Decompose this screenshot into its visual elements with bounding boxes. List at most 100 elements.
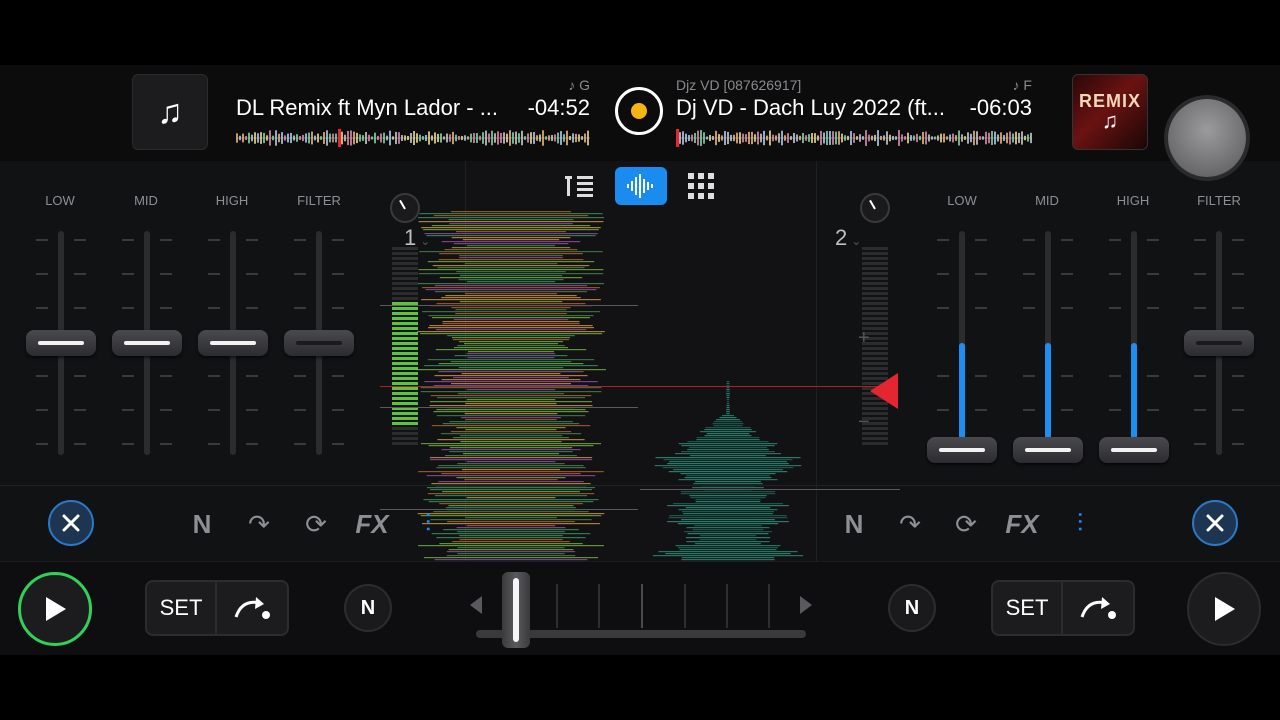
deck-left-track-info[interactable]: ♪ G DL Remix ft Myn Lador - ... -04:52 (236, 73, 590, 153)
play-icon (1215, 597, 1235, 621)
deck-left-eq-button[interactable]: ⫶ (404, 500, 452, 548)
neural-mix-icon: N (192, 508, 212, 539)
slider-thumb[interactable] (26, 330, 96, 356)
chevron-down-icon: ⌄ (851, 234, 862, 248)
deck-right-artist: Djz VD [087626917] (676, 77, 802, 93)
deck-left-time: -04:52 (527, 95, 590, 120)
deck-right-loop-button[interactable]: ⟳ (942, 500, 990, 548)
deck-right-eq-high-slider[interactable] (1099, 231, 1169, 463)
deck-left-artwork[interactable]: ♫ (132, 74, 208, 150)
cue-jump-icon (1080, 597, 1117, 619)
equalizer-icon: ⫶ (1076, 508, 1084, 538)
grid-line (380, 305, 638, 306)
record-icon (631, 103, 647, 119)
deck-left-key: ♪ G (568, 77, 590, 93)
dj-app: ♫ ♪ G DL Remix ft Myn Lador - ... -04:52… (0, 65, 1280, 655)
slider-thumb[interactable] (1184, 330, 1254, 356)
slider-thumb[interactable] (927, 437, 997, 463)
play-icon (46, 597, 66, 621)
deck-right-gain-knob[interactable] (860, 193, 890, 223)
waveform-icon (627, 174, 653, 198)
grid-line (380, 407, 638, 408)
slider-thumb[interactable] (1013, 437, 1083, 463)
eq-label-low: LOW (947, 193, 977, 208)
deck-left-title: DL Remix ft Myn Lador - ... (236, 95, 499, 120)
deck-left-filter-slider[interactable] (284, 231, 354, 455)
close-icon (1206, 514, 1224, 532)
transport-bar: SET N N SET (0, 561, 1280, 655)
view-mode-grid-button[interactable] (675, 167, 727, 205)
deck-right-artwork[interactable]: REMIX ♫ (1072, 74, 1148, 150)
deck-left-eq-low-slider[interactable] (26, 231, 96, 455)
slider-thumb[interactable] (112, 330, 182, 356)
chevron-left-icon (470, 596, 482, 614)
deck-left-neural-button[interactable]: N (344, 584, 392, 632)
view-mode-list-button[interactable] (555, 167, 607, 205)
deck-left-set-button[interactable]: SET (147, 582, 218, 634)
eq-label-high: HIGH (1116, 193, 1150, 208)
deck-right-play-button[interactable] (1187, 572, 1261, 646)
deck-right-cue-button[interactable]: ↷ (886, 500, 934, 548)
deck-right-neural-button[interactable]: N (888, 584, 936, 632)
music-note-icon: ♫ (1101, 107, 1119, 133)
deck-right-eq-mid-slider[interactable] (1013, 231, 1083, 463)
playhead-line (380, 386, 880, 387)
eq-label-low: LOW (45, 193, 75, 208)
deck-right-eq-button[interactable]: ⫶ (1056, 500, 1104, 548)
equalizer-icon: ⫶ (424, 508, 432, 538)
deck-right-jump-cue-button[interactable] (1063, 582, 1133, 634)
deck-right-filter-slider[interactable] (1184, 231, 1254, 455)
deck-number-label: 2 (835, 225, 848, 250)
deck-left-eq-mid-slider[interactable] (112, 231, 182, 455)
deck-left-play-button[interactable] (18, 572, 92, 646)
deck-left-loop-button[interactable]: ⟳ (292, 500, 340, 548)
deck-right-key: ♪ F (1012, 77, 1032, 93)
cue-arrow-icon: ↷ (899, 508, 921, 539)
deck-left-cue-button[interactable]: ↷ (235, 500, 283, 548)
deck-left-jump-cue-button[interactable] (217, 582, 287, 634)
deck-right-fx-button[interactable]: FX (998, 500, 1046, 548)
eq-label-mid: MID (1035, 193, 1059, 208)
deck-right-number[interactable]: 2 ⌄ (835, 225, 861, 251)
pitch-minus-icon: − (858, 411, 870, 433)
deck-left-close-button[interactable] (48, 500, 94, 546)
eq-label-high: HIGH (215, 193, 249, 208)
grid-icon (688, 173, 714, 199)
slider-thumb[interactable] (198, 330, 268, 356)
loop-icon: ⟳ (305, 508, 327, 539)
cue-arrow-icon: ↷ (248, 508, 270, 539)
track-bar: ♫ ♪ G DL Remix ft Myn Lador - ... -04:52… (0, 65, 1280, 161)
deck-right-time: -06:03 (969, 95, 1032, 120)
fx-label: FX (1005, 508, 1039, 539)
deck-left-cue-group: SET (145, 580, 289, 636)
deck-right-cue-group: SET (991, 580, 1135, 636)
deck-right-neural-mix-button[interactable]: N (830, 500, 878, 548)
slider-thumb[interactable] (284, 330, 354, 356)
neural-mix-icon: N (844, 508, 864, 539)
deck-right-title: Dj VD - Dach Luy 2022 (ft... (676, 95, 945, 120)
assistive-touch-button[interactable] (1168, 99, 1246, 177)
crossfader[interactable] (470, 570, 812, 650)
eq-label-mid: MID (134, 193, 158, 208)
record-button[interactable] (615, 87, 663, 135)
close-icon (62, 514, 80, 532)
deck-right-track-info[interactable]: Djz VD [087626917] ♪ F Dj VD - Dach Luy … (676, 73, 1032, 153)
deck-right-eq-low-slider[interactable] (927, 231, 997, 463)
eq-label-filter: FILTER (1197, 193, 1241, 208)
deck-control-row: N ↷ ⟳ FX ⫶ N ↷ ⟳ FX ⫶ (0, 485, 1280, 561)
loop-icon: ⟳ (955, 508, 977, 539)
deck-right-overview-waveform[interactable] (676, 129, 1032, 147)
view-mode-waveform-button[interactable] (615, 167, 667, 205)
deck-left-eq-high-slider[interactable] (198, 231, 268, 455)
playhead-marker (870, 373, 898, 409)
deck-left-overview-waveform[interactable] (236, 129, 590, 147)
deck-left-neural-mix-button[interactable]: N (178, 500, 226, 548)
deck-right-set-button[interactable]: SET (993, 582, 1064, 634)
deck-left-fx-button[interactable]: FX (348, 500, 396, 548)
music-note-icon: ♫ (157, 92, 183, 131)
crossfader-handle[interactable] (502, 572, 530, 648)
slider-thumb[interactable] (1099, 437, 1169, 463)
cue-jump-icon (234, 597, 271, 619)
chevron-right-icon (800, 596, 812, 614)
deck-right-close-button[interactable] (1192, 500, 1238, 546)
